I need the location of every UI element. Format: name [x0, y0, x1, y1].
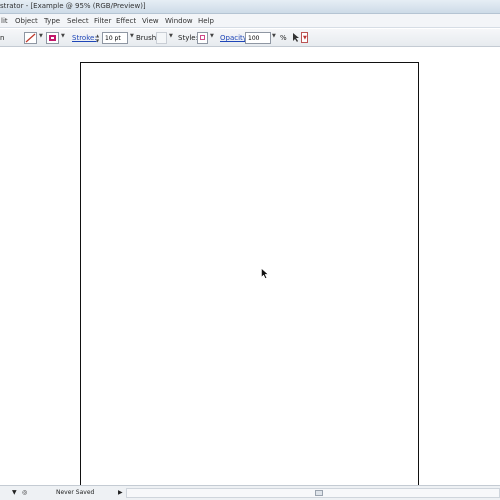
menu-type[interactable]: Type — [44, 17, 60, 25]
style-swatch[interactable] — [197, 32, 208, 44]
artboard-navigation-icon[interactable]: ◎ — [22, 489, 27, 496]
artboard[interactable] — [80, 62, 419, 500]
stroke-dropdown-arrow-icon[interactable]: ▼ — [61, 33, 65, 39]
menu-select[interactable]: Select — [67, 17, 89, 25]
opacity-dropdown-arrow-icon[interactable]: ▼ — [272, 33, 276, 39]
fill-swatch[interactable] — [24, 32, 37, 44]
title-bar: strator - [Example @ 95% (RGB/Preview)] — [0, 0, 500, 14]
control-bar: n ▼ ▼ Stroke: ▲ ▼ 10 pt ▼ Brush: ▼ Style:… — [0, 29, 500, 47]
menu-effect[interactable]: Effect — [116, 17, 136, 25]
menu-bar: lit Object Type Select Filter Effect Vie… — [0, 14, 500, 28]
status-menu-arrow-icon[interactable]: ▶ — [118, 489, 123, 496]
mouse-cursor-icon — [261, 268, 269, 279]
zoom-dropdown-arrow-icon[interactable]: ▼ — [12, 489, 17, 496]
menu-object[interactable]: Object — [15, 17, 38, 25]
window-title: strator - [Example @ 95% (RGB/Preview)] — [0, 2, 146, 10]
options-menu-button[interactable]: ▼ — [301, 32, 308, 43]
opacity-field[interactable]: 100 — [245, 32, 271, 44]
stroke-color-icon — [49, 35, 56, 41]
status-bar: ▼ ◎ Never Saved ▶ — [0, 485, 500, 500]
brush-dropdown-arrow-icon[interactable]: ▼ — [169, 33, 173, 39]
opacity-percent: % — [280, 34, 287, 42]
options-menu-arrow-icon: ▼ — [303, 35, 307, 41]
stroke-label[interactable]: Stroke: — [72, 34, 97, 42]
workspace-canvas[interactable] — [0, 47, 500, 500]
stroke-swatch[interactable] — [46, 32, 59, 44]
menu-edit[interactable]: lit — [1, 17, 8, 25]
horizontal-scroll-thumb[interactable] — [315, 490, 323, 496]
menu-help[interactable]: Help — [198, 17, 214, 25]
menu-view[interactable]: View — [142, 17, 159, 25]
fill-dropdown-arrow-icon[interactable]: ▼ — [39, 33, 43, 39]
stroke-spinner-icon[interactable]: ▲ ▼ — [96, 33, 100, 43]
stroke-weight-value: 10 pt — [105, 35, 121, 42]
brush-swatch[interactable] — [156, 32, 167, 44]
selection-options-icon[interactable] — [292, 32, 301, 43]
style-graphic-icon — [200, 35, 205, 40]
opacity-value: 100 — [248, 35, 260, 42]
menu-window[interactable]: Window — [165, 17, 193, 25]
stroke-weight-field[interactable]: 10 pt — [102, 32, 128, 44]
style-label: Style: — [178, 34, 198, 42]
menu-filter[interactable]: Filter — [94, 17, 111, 25]
control-bar-partial-label: n — [0, 34, 5, 42]
fill-none-icon — [25, 33, 36, 43]
stroke-weight-dropdown-arrow-icon[interactable]: ▼ — [130, 33, 134, 39]
horizontal-scrollbar[interactable] — [126, 488, 500, 498]
style-dropdown-arrow-icon[interactable]: ▼ — [210, 33, 214, 39]
save-status-text: Never Saved — [56, 489, 95, 496]
